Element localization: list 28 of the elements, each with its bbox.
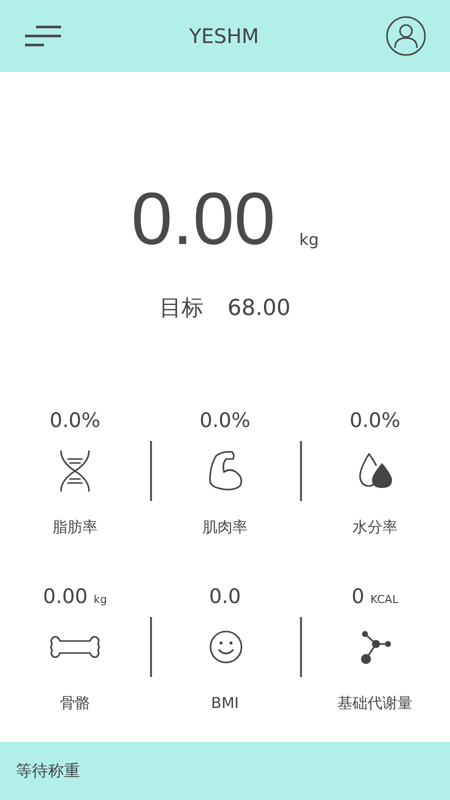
weight-unit: kg xyxy=(299,229,319,251)
app-title: YESHM xyxy=(189,23,259,50)
target-label: 目标 xyxy=(160,295,204,323)
metric-value: 0.0 xyxy=(209,583,241,610)
metric-value: 0.0% xyxy=(50,407,100,434)
smiley-icon xyxy=(209,630,243,664)
weight-value: 0.00 xyxy=(131,182,276,256)
status-text: 等待称重 xyxy=(16,760,80,782)
metric-label: BMI xyxy=(211,694,239,712)
molecule-icon xyxy=(359,629,393,665)
metric-label: 骨骼 xyxy=(60,694,90,712)
metric-value: 0.00 xyxy=(43,583,88,610)
dna-icon xyxy=(57,450,93,492)
menu-icon[interactable] xyxy=(24,25,62,47)
metric-value: 0 xyxy=(352,583,364,610)
metric-unit: KCAL xyxy=(370,592,398,608)
target-value: 68.00 xyxy=(228,295,290,323)
metric-label: 肌肉率 xyxy=(202,518,248,536)
metric-label: 水分率 xyxy=(352,518,398,536)
metric-label: 脂肪率 xyxy=(52,518,98,536)
metric-label: 基础代谢量 xyxy=(338,694,412,712)
water-drops-icon xyxy=(359,453,393,489)
metric-value: 0.0% xyxy=(200,407,250,434)
metric-unit: kg xyxy=(94,592,107,608)
bone-icon xyxy=(50,635,100,659)
arm-icon xyxy=(208,450,244,492)
profile-icon[interactable] xyxy=(386,16,426,56)
metric-value: 0.0% xyxy=(350,407,400,434)
